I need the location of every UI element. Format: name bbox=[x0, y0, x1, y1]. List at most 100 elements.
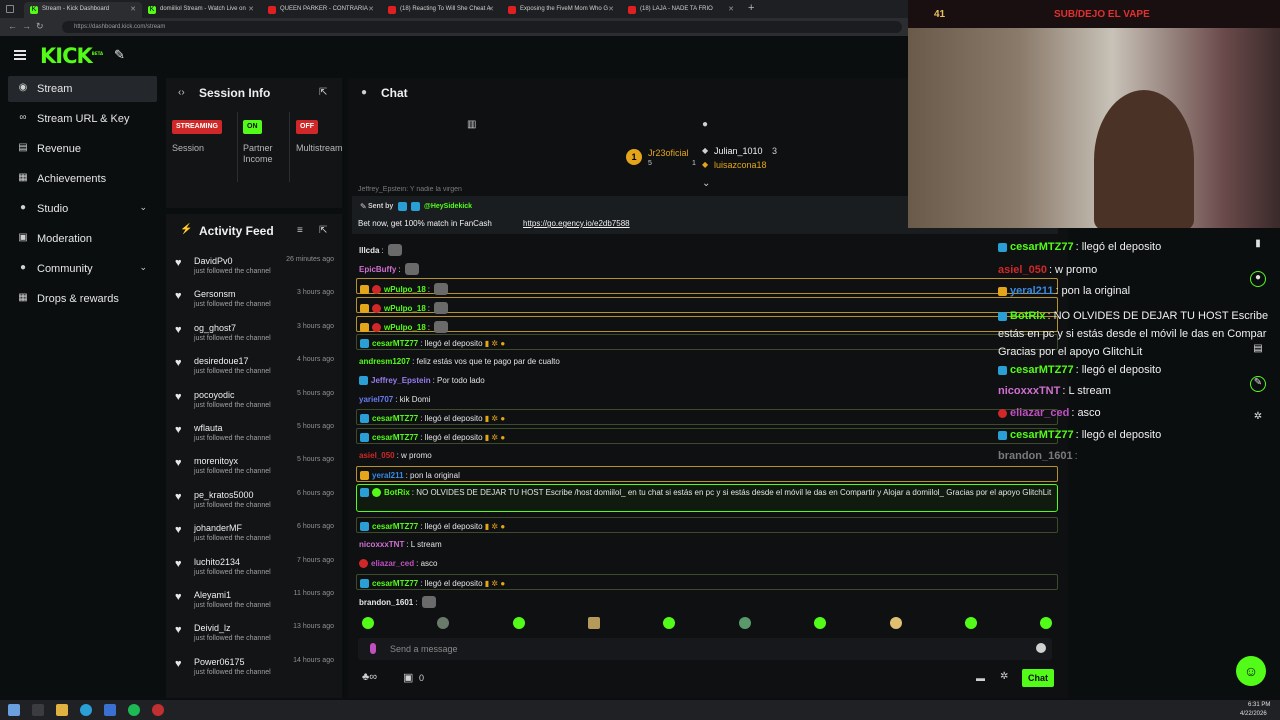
emote-icon[interactable] bbox=[1040, 617, 1052, 629]
emote-icon[interactable] bbox=[588, 617, 600, 629]
start-icon[interactable] bbox=[8, 704, 20, 716]
feed-row[interactable]: ♥ Power06175 just followed the channel 14 h… bbox=[172, 655, 342, 688]
chat-username[interactable]: eliazar_ced bbox=[371, 559, 414, 568]
obs-icon[interactable] bbox=[152, 704, 164, 716]
chat-username[interactable]: brandon_1601 bbox=[359, 598, 413, 607]
chat-username[interactable]: yeral211 bbox=[372, 471, 404, 480]
feed-row[interactable]: ♥ pocoyodic just followed the channel 5 hou… bbox=[172, 388, 342, 421]
app-icon[interactable] bbox=[104, 704, 116, 716]
feed-row[interactable]: ♥ og_ghost7 just followed the channel 3 hou… bbox=[172, 321, 342, 354]
task-view-icon[interactable] bbox=[32, 704, 44, 716]
chat-username[interactable]: cesarMTZ77 bbox=[372, 579, 418, 588]
chevron-down-icon[interactable]: ⌄ bbox=[139, 262, 147, 273]
feed-row[interactable]: ♥ johanderMF just followed the channel 6 ho… bbox=[172, 521, 342, 554]
chat-username[interactable]: nicoxxxTNT bbox=[359, 540, 404, 549]
emote-icon[interactable] bbox=[814, 617, 826, 629]
chat-username[interactable]: lllcda bbox=[359, 246, 379, 255]
emote-icon[interactable] bbox=[513, 617, 525, 629]
chat-bubble-icon[interactable]: ● bbox=[702, 119, 708, 130]
support-chat-icon[interactable]: ☺ bbox=[1236, 656, 1266, 686]
feed-row[interactable]: ♥ wflauta just followed the channel 5 hours… bbox=[172, 421, 342, 454]
emote-icon[interactable] bbox=[739, 617, 751, 629]
back-icon[interactable]: ← bbox=[8, 21, 17, 31]
feed-row[interactable]: ♥ pe_kratos5000 just followed the channel 6… bbox=[172, 488, 342, 521]
chat-username[interactable]: wPulpo_18 bbox=[384, 323, 426, 332]
url-field[interactable]: https://dashboard.kick.com/stream bbox=[62, 21, 902, 33]
feed-row[interactable]: ♥ desiredoue17 just followed the channel 4 … bbox=[172, 354, 342, 387]
chat-settings-bubble-icon[interactable]: ▬ bbox=[976, 673, 985, 683]
trash-icon[interactable]: ▥ bbox=[467, 119, 476, 130]
chrome-icon[interactable] bbox=[80, 704, 92, 716]
nodes-icon[interactable]: ✲ bbox=[1250, 411, 1266, 427]
close-tab-icon[interactable]: ✕ bbox=[130, 5, 136, 13]
chat-username[interactable]: cesarMTZ77 bbox=[372, 414, 418, 423]
pin-icon[interactable]: ✎ bbox=[114, 47, 125, 63]
chat-message[interactable]: eliazar_ced: asco bbox=[356, 555, 1058, 571]
emote-icon[interactable] bbox=[965, 617, 977, 629]
sidebar-item-stream-url-key[interactable]: ∞ Stream URL & Key bbox=[8, 106, 157, 132]
browser-tab[interactable]: K Stream - Kick Dashboard ✕ bbox=[24, 2, 142, 18]
close-tab-icon[interactable]: ✕ bbox=[368, 5, 374, 13]
spotify-icon[interactable] bbox=[128, 704, 140, 716]
chat-message[interactable]: yariel707: kik Domi bbox=[356, 391, 1058, 407]
close-tab-icon[interactable]: ✕ bbox=[728, 5, 734, 13]
send-chat-button[interactable]: Chat bbox=[1022, 669, 1054, 687]
chat-message[interactable]: brandon_1601: bbox=[356, 592, 1058, 608]
chat-username[interactable]: wPulpo_18 bbox=[384, 285, 426, 294]
chat-message[interactable]: nicoxxxTNT: L stream bbox=[356, 536, 1058, 552]
close-tab-icon[interactable]: ✕ bbox=[488, 5, 494, 13]
top-gifter-second[interactable]: ◆ Julian_1010 3 bbox=[702, 146, 792, 158]
popout-icon[interactable]: ⇱ bbox=[319, 87, 327, 98]
gift-icon[interactable]: ▣ bbox=[403, 671, 413, 684]
new-tab-icon[interactable]: + bbox=[748, 2, 754, 14]
browser-tab[interactable]: Exposing the FiveM Mom Who G ✕ bbox=[502, 2, 620, 18]
kick-logo[interactable]: KICKBETA bbox=[40, 44, 103, 68]
popout-icon[interactable]: ⇱ bbox=[319, 225, 327, 236]
chat-message[interactable]: EpicBuffy: bbox=[356, 259, 1058, 275]
browser-tab[interactable]: (18) Reacting To Will She Cheat A ✕ bbox=[382, 2, 500, 18]
chat-username[interactable]: cesarMTZ77 bbox=[372, 522, 418, 531]
chat-username[interactable]: BotRix bbox=[384, 488, 410, 497]
pinned-link[interactable]: https://go.egency.io/e2db7588 bbox=[523, 219, 630, 228]
chat-message[interactable]: cesarMTZ77: llegó el deposito ▮ ✲ ● bbox=[356, 409, 1058, 425]
layout-icon[interactable]: ▤ bbox=[1250, 343, 1266, 359]
chat-message[interactable]: lllcda: bbox=[356, 240, 1058, 256]
chat-message[interactable]: cesarMTZ77: llegó el deposito ▮ ✲ ● bbox=[356, 428, 1058, 444]
emote-icon[interactable] bbox=[663, 617, 675, 629]
chat-message[interactable]: asiel_050: w promo bbox=[356, 447, 1058, 463]
chat-username[interactable]: wPulpo_18 bbox=[384, 304, 426, 313]
chat-message[interactable]: andresm1207: feliz estás vos que te pago… bbox=[356, 353, 1058, 369]
chat-message[interactable]: cesarMTZ77: llegó el deposito ▮ ✲ ● bbox=[356, 574, 1058, 590]
reload-icon[interactable]: ↻ bbox=[36, 21, 44, 32]
filter-icon[interactable]: ≡ bbox=[297, 225, 303, 236]
close-tab-icon[interactable]: ✕ bbox=[608, 5, 614, 13]
sidebar-item-community[interactable]: ● Community ⌄ bbox=[8, 256, 157, 282]
mic-icon[interactable] bbox=[370, 643, 376, 654]
chat-message[interactable]: wPulpo_18: bbox=[356, 278, 1058, 295]
wrench-icon[interactable]: ✎ bbox=[1250, 376, 1266, 392]
chat-message[interactable]: cesarMTZ77: llegó el deposito ▮ ✲ ● bbox=[356, 517, 1058, 533]
bookmark-icon[interactable]: ▮ bbox=[1250, 238, 1266, 254]
sidebar-item-moderation[interactable]: ▣ Moderation bbox=[8, 226, 157, 252]
feed-row[interactable]: ♥ Aleyami1 just followed the channel 11 hou… bbox=[172, 588, 342, 621]
chat-message[interactable]: BotRix: NO OLVIDES DE DEJAR TU HOST Escr… bbox=[356, 484, 1058, 512]
chat-message[interactable]: yeral211: pon la original bbox=[356, 466, 1058, 482]
sidebar-item-studio[interactable]: ● Studio ⌄ bbox=[8, 196, 157, 222]
feed-row[interactable]: ♥ morenitoyx just followed the channel 5 ho… bbox=[172, 454, 342, 487]
file-explorer-icon[interactable] bbox=[56, 704, 68, 716]
feed-row[interactable]: ♥ Deivid_lz just followed the channel 13 ho… bbox=[172, 621, 342, 654]
forward-icon[interactable]: → bbox=[22, 21, 31, 31]
chat-username[interactable]: Jeffrey_Epstein bbox=[371, 376, 431, 385]
chat-username[interactable]: andresm1207 bbox=[359, 357, 410, 366]
chat-rail-icon[interactable]: ● bbox=[1250, 271, 1266, 287]
users-icon[interactable]: ♣∞ bbox=[362, 671, 377, 683]
chat-username[interactable]: asiel_050 bbox=[359, 451, 395, 460]
chat-username[interactable]: cesarMTZ77 bbox=[372, 339, 418, 348]
gear-icon[interactable]: ✲ bbox=[1000, 671, 1008, 682]
top-gifter-third[interactable]: ◆ luisazcona18 1 bbox=[692, 160, 792, 172]
top-gifter-first[interactable]: 1 Jr23oficial 5 bbox=[626, 146, 698, 172]
close-tab-icon[interactable]: ✕ bbox=[248, 5, 254, 13]
message-input[interactable]: Send a message bbox=[358, 638, 1052, 660]
browser-tab[interactable]: K domiiliol Stream - Watch Live on ✕ bbox=[142, 2, 260, 18]
emote-icon[interactable] bbox=[437, 617, 449, 629]
